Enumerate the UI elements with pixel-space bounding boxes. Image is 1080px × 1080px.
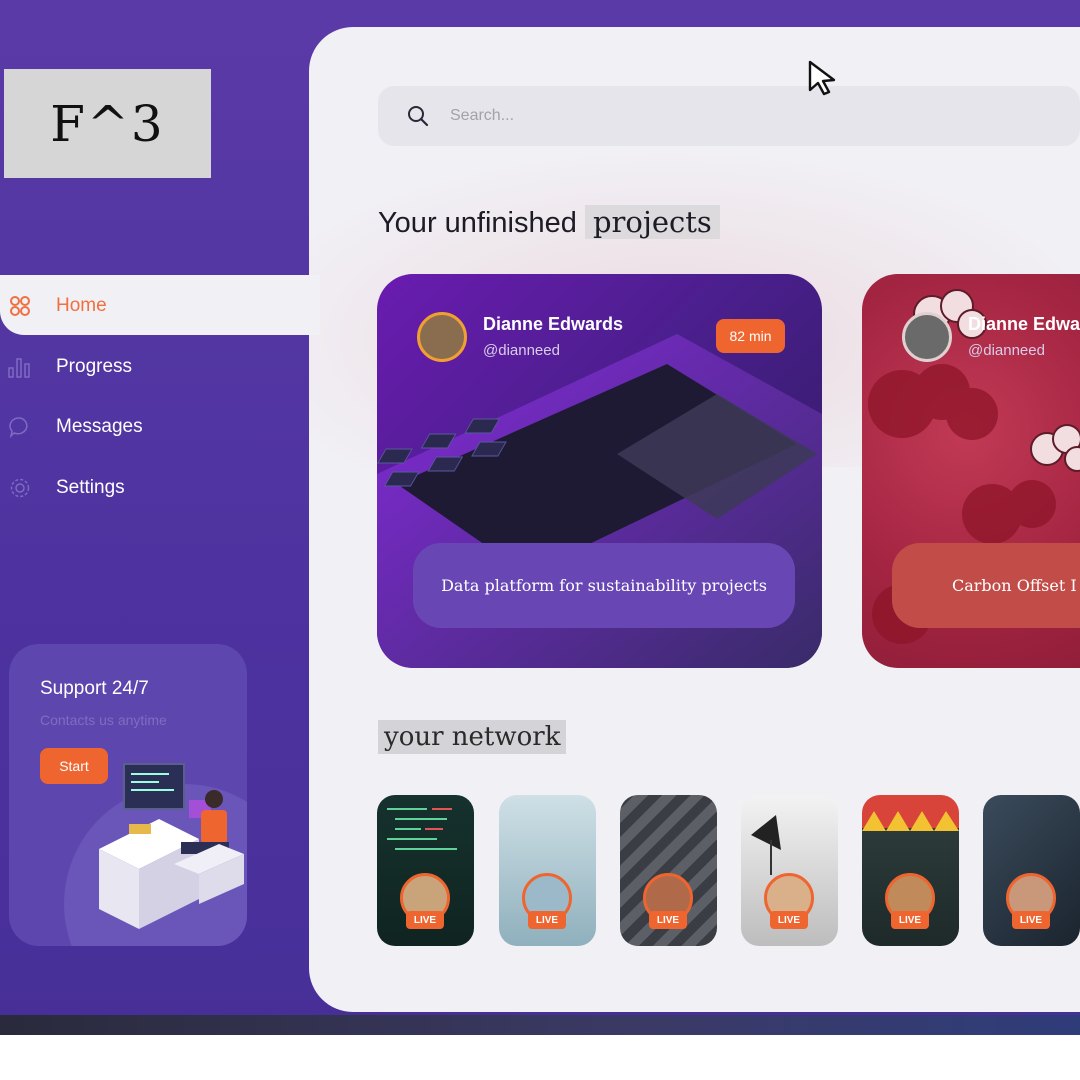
live-badge: LIVE <box>406 911 444 929</box>
start-button[interactable]: Start <box>40 748 108 784</box>
card-user-handle: @dianneed <box>483 342 560 359</box>
avatar <box>417 312 467 362</box>
network-tile[interactable]: LIVE <box>377 795 474 946</box>
sidebar-item-messages[interactable]: Messages <box>0 407 300 447</box>
project-card[interactable]: Dianne Edwards @dianneed Carbon Offset I <box>862 274 1080 668</box>
network-tile[interactable]: LIVE <box>862 795 959 946</box>
projects-heading-prefix: Your unfinished <box>378 207 577 239</box>
sidebar-item-label: Messages <box>56 416 143 437</box>
sidebar-item-label: Home <box>56 295 107 316</box>
project-caption: Carbon Offset I <box>892 543 1080 628</box>
card-user-handle: @dianneed <box>968 342 1045 359</box>
support-title: Support 24/7 <box>40 678 149 699</box>
gear-icon <box>8 476 32 500</box>
painted-wall-image <box>862 811 959 831</box>
support-subtitle: Contacts us anytime <box>40 712 167 728</box>
network-tile[interactable]: LIVE <box>983 795 1080 946</box>
network-heading: your network <box>378 720 567 754</box>
sidebar-item-settings[interactable]: Settings <box>0 468 300 508</box>
network-tile[interactable]: LIVE <box>620 795 717 946</box>
logo: F^3 <box>4 69 211 178</box>
sidebar-item-progress[interactable]: Progress <box>0 347 300 387</box>
search-bar[interactable] <box>378 86 1080 146</box>
search-icon <box>406 104 430 133</box>
projects-heading-highlight: projects <box>584 205 720 239</box>
duration-badge: 82 min <box>716 319 785 353</box>
project-caption: Data platform for sustainability project… <box>413 543 795 628</box>
sidebar-item-label: Progress <box>56 356 133 377</box>
network-tile[interactable]: LIVE <box>499 795 596 946</box>
search-input[interactable] <box>450 102 1010 130</box>
live-badge: LIVE <box>891 911 929 929</box>
logo-text: F^3 <box>50 94 165 153</box>
studio-lights-image <box>751 815 781 945</box>
network-tile[interactable]: LIVE <box>741 795 838 946</box>
grid-icon <box>8 294 32 318</box>
live-badge: LIVE <box>770 911 808 929</box>
project-card[interactable]: Dianne Edwards @dianneed 82 min Data pla… <box>377 274 822 668</box>
card-user-name: Dianne Edwards <box>968 314 1080 334</box>
chat-bubble-icon <box>8 415 32 439</box>
sidebar-item-label: Settings <box>56 477 125 498</box>
app-frame: F^3 Home Progress Messages Settings Supp… <box>0 0 1080 1035</box>
support-card: Support 24/7 Contacts us anytime Start <box>9 644 247 946</box>
projects-heading: Your unfinished projects <box>378 205 720 240</box>
bar-chart-icon <box>8 355 32 379</box>
mouse-pointer-icon <box>808 60 836 96</box>
developer-illustration <box>99 763 244 929</box>
live-badge: LIVE <box>649 911 687 929</box>
card-user-name: Dianne Edwards <box>483 314 624 334</box>
live-badge: LIVE <box>1012 911 1050 929</box>
sidebar-item-home[interactable]: Home <box>0 286 300 326</box>
code-screen-image <box>387 808 457 850</box>
avatar <box>902 312 952 362</box>
bottom-bar <box>0 1015 1080 1035</box>
live-badge: LIVE <box>528 911 566 929</box>
